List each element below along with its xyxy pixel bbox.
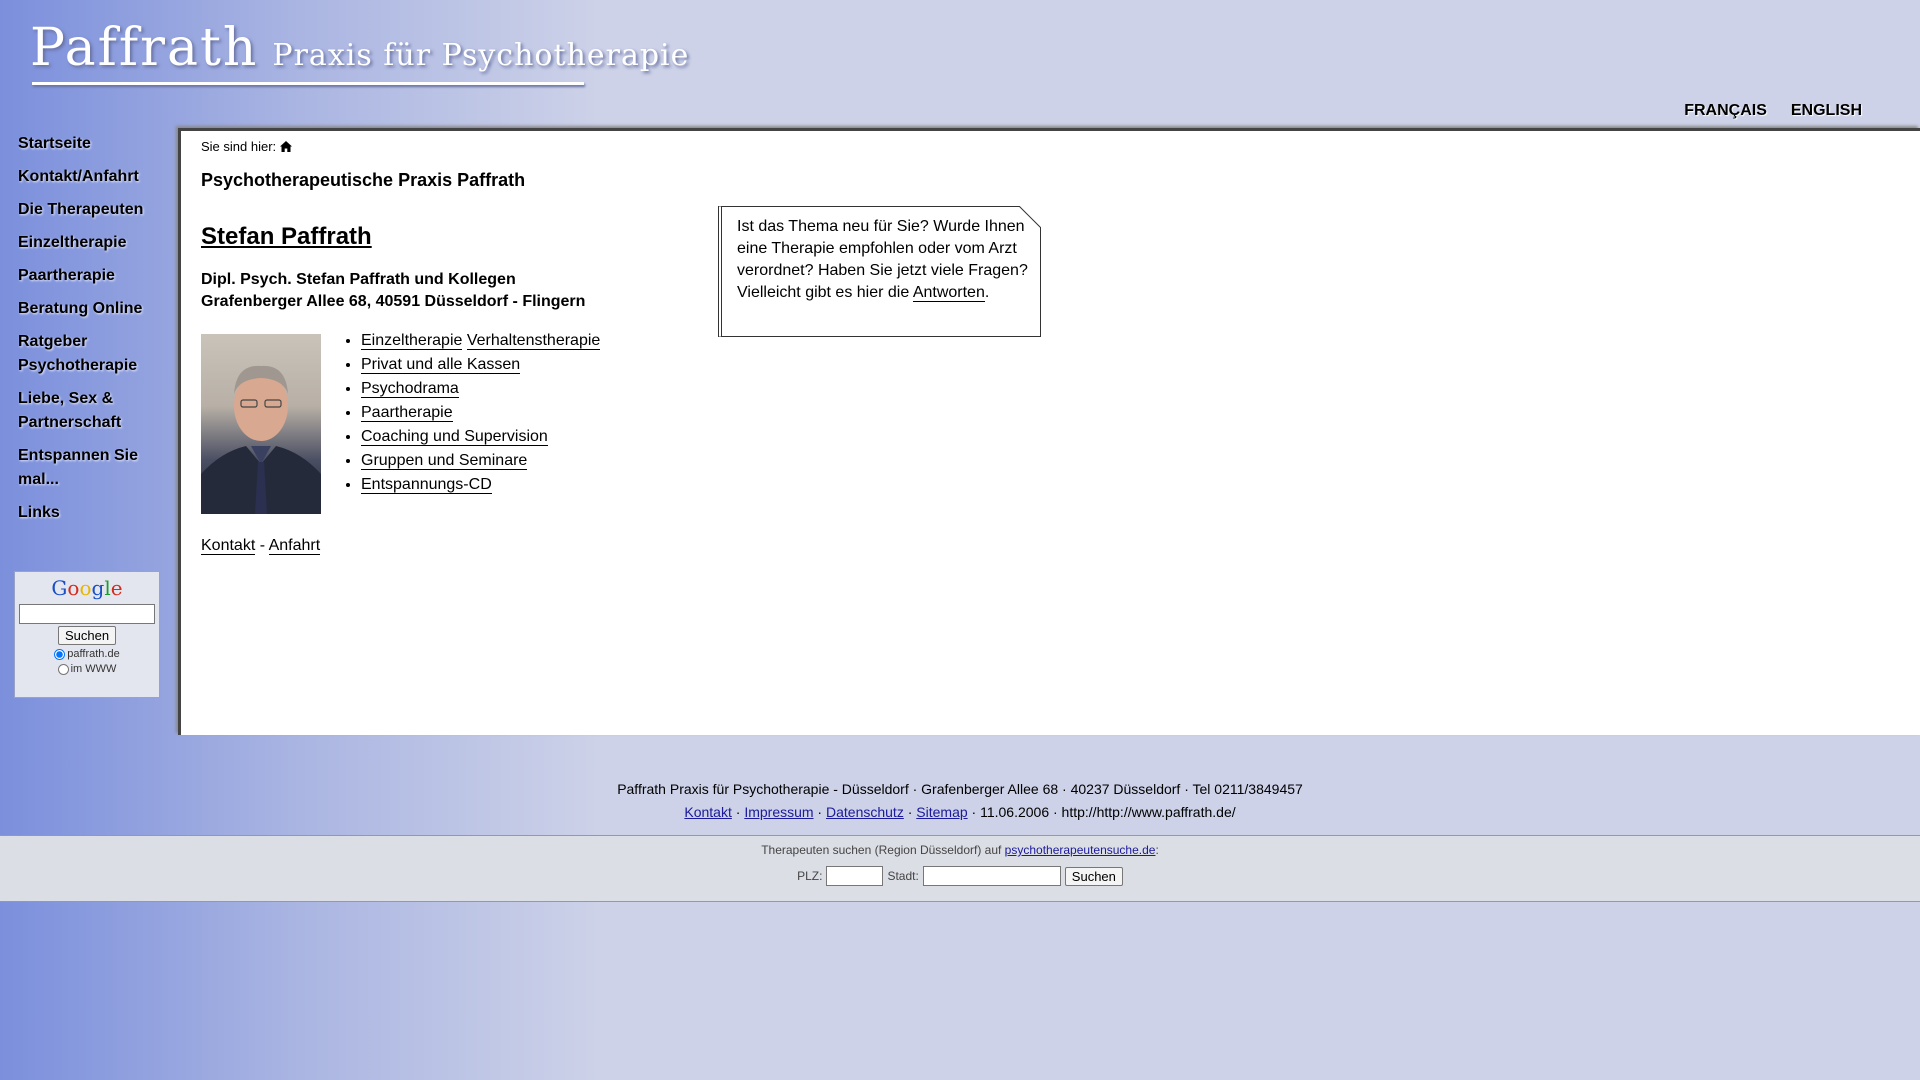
link-coaching[interactable]: Coaching und Supervision — [361, 428, 548, 446]
google-search-input[interactable] — [19, 604, 155, 624]
radio-www[interactable] — [57, 663, 69, 675]
radio-site-label: paffrath.de — [67, 648, 120, 660]
lang-english-link[interactable]: ENGLISH — [1791, 102, 1862, 120]
kontakt-link[interactable]: Kontakt — [201, 537, 256, 555]
header: Paffrath Praxis für Psychotherapie FRANÇA… — [0, 0, 1920, 128]
nav-item-kontakt-anfahrt[interactable]: Kontakt/Anfahrt — [18, 165, 168, 189]
main-nav: Startseite Kontakt/Anfahrt Die Therapeut… — [18, 132, 168, 534]
list-item: Psychodrama — [361, 377, 600, 401]
therapist-search-form: PLZ: Stadt: Suchen — [0, 866, 1920, 886]
link-verhaltenstherapie[interactable]: Verhaltenstherapie — [466, 332, 601, 350]
language-switcher: FRANÇAIS ENGLISH — [1684, 102, 1862, 120]
therapist-search-text: Therapeuten suchen (Region Düsseldorf) a… — [761, 843, 1159, 857]
footer-address: Paffrath Praxis für Psychotherapie - Düs… — [617, 781, 1303, 797]
link-paartherapie[interactable]: Paartherapie — [361, 404, 453, 422]
footer-kontakt-link[interactable]: Kontakt — [684, 804, 731, 820]
nav-item-einzeltherapie[interactable]: Einzeltherapie — [18, 231, 168, 255]
contact-separator: - — [255, 537, 269, 554]
footer-sitemap-link[interactable]: Sitemap — [916, 804, 967, 820]
list-item: Gruppen und Seminare — [361, 449, 600, 473]
therapist-search-button[interactable]: Suchen — [1064, 866, 1123, 886]
list-item: Paartherapie — [361, 401, 600, 425]
nav-item-links[interactable]: Links — [18, 501, 168, 525]
logo-name: Paffrath — [30, 18, 259, 78]
note-end: . — [984, 284, 990, 301]
google-logo: Google — [51, 576, 123, 600]
info-note: Ist das Thema neu für Sie? Wurde Ihnen e… — [718, 206, 1041, 337]
list-item: Privat und alle Kassen — [361, 353, 600, 377]
therapist-name-link[interactable]: Stefan Paffrath — [201, 223, 372, 251]
breadcrumb: Sie sind hier: — [201, 139, 292, 154]
google-search-box: Google Suchen paffrath.de im WWW — [14, 571, 160, 698]
radio-site[interactable] — [54, 648, 66, 660]
page-fold-icon — [1019, 206, 1041, 228]
plz-input[interactable] — [826, 866, 884, 886]
link-psychodrama[interactable]: Psychodrama — [361, 380, 459, 398]
logo-tagline: Praxis für Psychotherapie — [272, 38, 690, 73]
home-icon[interactable] — [279, 141, 292, 152]
breadcrumb-label: Sie sind hier: — [201, 139, 277, 154]
plz-label: PLZ: — [797, 869, 823, 883]
therapist-photo — [201, 334, 321, 514]
service-links: Einzeltherapie Verhaltenstherapie Privat… — [341, 329, 601, 497]
link-einzeltherapie[interactable]: Einzeltherapie — [361, 332, 463, 350]
logo-underline — [32, 82, 584, 85]
site-logo[interactable]: Paffrath Praxis für Psychotherapie — [30, 18, 689, 78]
contact-links: Kontakt - Anfahrt — [201, 537, 321, 555]
stadt-input[interactable] — [922, 866, 1061, 886]
footer-date-url: · 11.06.2006 · http://http://www.paffrat… — [967, 804, 1236, 820]
stadt-label: Stadt: — [887, 869, 919, 883]
link-entspannungs-cd[interactable]: Entspannungs-CD — [361, 476, 492, 494]
nav-item-liebe-sex[interactable]: Liebe, Sex & Partnerschaft — [18, 387, 168, 435]
footer-links: Kontakt · Impressum · Datenschutz · Site… — [684, 804, 1236, 820]
list-item: Entspannungs-CD — [361, 473, 600, 497]
footer: Paffrath Praxis für Psychotherapie - Düs… — [0, 778, 1920, 824]
radio-www-label: im WWW — [70, 663, 117, 675]
google-search-button[interactable]: Suchen — [57, 626, 117, 645]
anfahrt-link[interactable]: Anfahrt — [268, 537, 321, 555]
content-panel: Sie sind hier: Psychotherapeutische Prax… — [178, 128, 1920, 735]
subtitle-address: Grafenberger Allee 68, 40591 Düsseldorf … — [201, 293, 586, 310]
nav-item-paartherapie[interactable]: Paartherapie — [18, 264, 168, 288]
list-item: Coaching und Supervision — [361, 425, 600, 449]
therapist-search-link[interactable]: psychotherapeutensuche.de — [1005, 843, 1156, 857]
footer-impressum-link[interactable]: Impressum — [744, 804, 813, 820]
nav-item-therapeuten[interactable]: Die Therapeuten — [18, 198, 168, 222]
nav-item-beratung-online[interactable]: Beratung Online — [18, 297, 168, 321]
footer-datenschutz-link[interactable]: Datenschutz — [826, 804, 904, 820]
nav-item-ratgeber[interactable]: Ratgeber Psychotherapie — [18, 330, 168, 378]
link-privat-kassen[interactable]: Privat und alle Kassen — [361, 356, 521, 374]
lang-french-link[interactable]: FRANÇAIS — [1684, 102, 1767, 120]
nav-item-startseite[interactable]: Startseite — [18, 132, 168, 156]
answers-link[interactable]: Antworten — [912, 284, 985, 302]
therapist-search-bar: Therapeuten suchen (Region Düsseldorf) a… — [0, 835, 1920, 902]
nav-item-entspannen[interactable]: Entspannen Sie mal... — [18, 444, 168, 492]
list-item: Einzeltherapie Verhaltenstherapie — [361, 329, 601, 353]
link-gruppen[interactable]: Gruppen und Seminare — [361, 452, 528, 470]
page-title: Psychotherapeutische Praxis Paffrath — [201, 170, 526, 190]
subtitle-practice: Dipl. Psych. Stefan Paffrath und Kollege… — [201, 271, 516, 288]
